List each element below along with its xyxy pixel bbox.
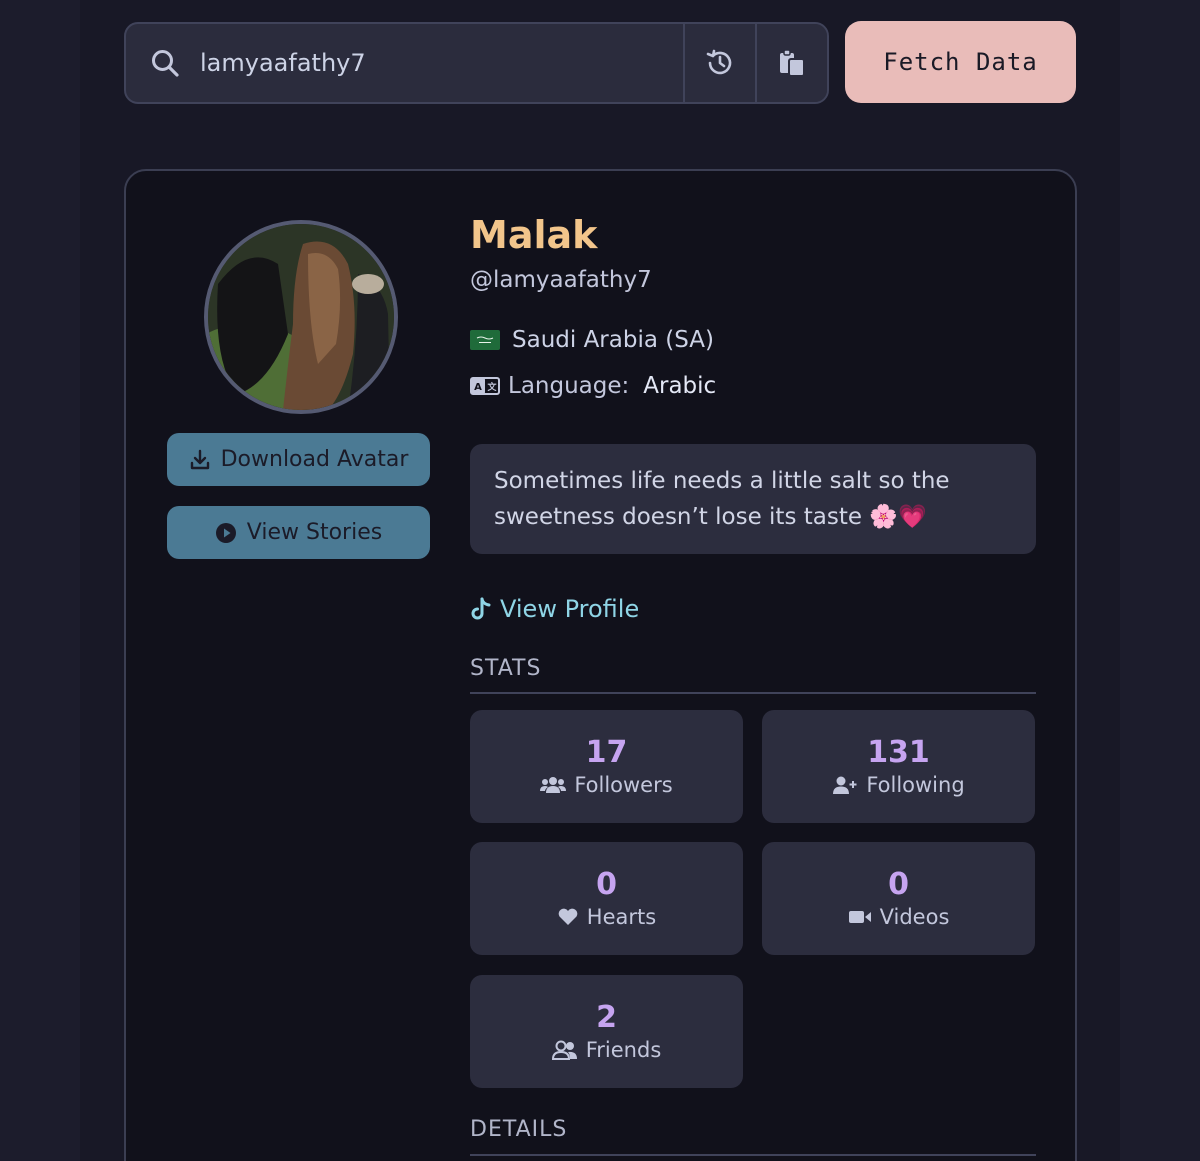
user-plus-icon bbox=[833, 776, 857, 794]
paste-button[interactable] bbox=[755, 24, 827, 102]
view-stories-button[interactable]: View Stories bbox=[167, 506, 430, 559]
page-margin-right bbox=[1120, 0, 1200, 1161]
username-handle: @lamyaafathy7 bbox=[470, 267, 652, 293]
bio-box: Sometimes life needs a little salt so th… bbox=[470, 444, 1036, 554]
stat-following: 131 Following bbox=[762, 710, 1035, 823]
history-icon bbox=[706, 49, 732, 75]
language-value: Arabic bbox=[643, 373, 717, 399]
svg-text:文: 文 bbox=[486, 381, 497, 393]
stat-value: 131 bbox=[867, 734, 930, 770]
stat-hearts: 0 Hearts bbox=[470, 842, 743, 955]
stat-label: Friends bbox=[585, 1037, 662, 1062]
stats-divider bbox=[470, 692, 1036, 694]
stat-value: 2 bbox=[596, 999, 617, 1035]
avatar bbox=[204, 220, 398, 414]
view-profile-link[interactable]: View Profile bbox=[470, 595, 639, 623]
view-stories-label: View Stories bbox=[246, 520, 383, 545]
stat-label-row: Hearts bbox=[557, 903, 656, 931]
download-avatar-button[interactable]: Download Avatar bbox=[167, 433, 430, 486]
language-label: Language: bbox=[508, 373, 630, 399]
paste-icon bbox=[780, 49, 805, 77]
stat-friends: 2 Friends bbox=[470, 975, 743, 1088]
user-friends-icon bbox=[551, 1040, 577, 1060]
profile-card: Download Avatar View Stories Malak @lamy… bbox=[124, 169, 1077, 1161]
country-row: Saudi Arabia (SA) bbox=[470, 327, 714, 353]
saudi-flag-icon bbox=[470, 330, 500, 350]
download-icon bbox=[190, 449, 209, 469]
search-bar bbox=[124, 22, 829, 104]
tiktok-icon bbox=[471, 597, 491, 620]
page-margin-left bbox=[0, 0, 80, 1161]
svg-text:A: A bbox=[474, 382, 482, 393]
view-profile-label: View Profile bbox=[500, 595, 640, 623]
stat-label: Followers bbox=[574, 772, 673, 797]
stat-label-row: Followers bbox=[540, 771, 673, 799]
language-row: A 文 Language: Arabic bbox=[470, 373, 716, 399]
video-icon bbox=[848, 910, 871, 923]
heart-icon bbox=[558, 908, 578, 925]
stat-label: Hearts bbox=[586, 904, 657, 929]
play-circle-icon bbox=[215, 522, 236, 543]
stat-label-row: Following bbox=[832, 771, 965, 799]
stat-label: Following bbox=[866, 772, 965, 797]
stat-label: Videos bbox=[879, 904, 950, 929]
search-icon bbox=[126, 24, 186, 102]
history-button[interactable] bbox=[683, 24, 755, 102]
stat-followers: 17 Followers bbox=[470, 710, 743, 823]
stat-value: 0 bbox=[888, 866, 909, 902]
stat-videos: 0 Videos bbox=[762, 842, 1035, 955]
stat-label-row: Friends bbox=[551, 1036, 662, 1064]
display-name: Malak bbox=[470, 213, 598, 257]
language-icon: A 文 bbox=[470, 377, 500, 395]
details-section-title: DETAILS bbox=[470, 1117, 568, 1142]
fetch-data-button[interactable]: Fetch Data bbox=[845, 21, 1076, 103]
users-icon bbox=[540, 776, 567, 793]
username-search-input[interactable] bbox=[186, 24, 683, 102]
download-avatar-label: Download Avatar bbox=[220, 447, 409, 472]
country-text: Saudi Arabia (SA) bbox=[512, 327, 714, 353]
details-divider bbox=[470, 1154, 1036, 1156]
stat-value: 17 bbox=[585, 734, 628, 770]
stats-section-title: STATS bbox=[470, 656, 542, 681]
stat-label-row: Videos bbox=[848, 903, 950, 931]
stat-value: 0 bbox=[596, 866, 617, 902]
